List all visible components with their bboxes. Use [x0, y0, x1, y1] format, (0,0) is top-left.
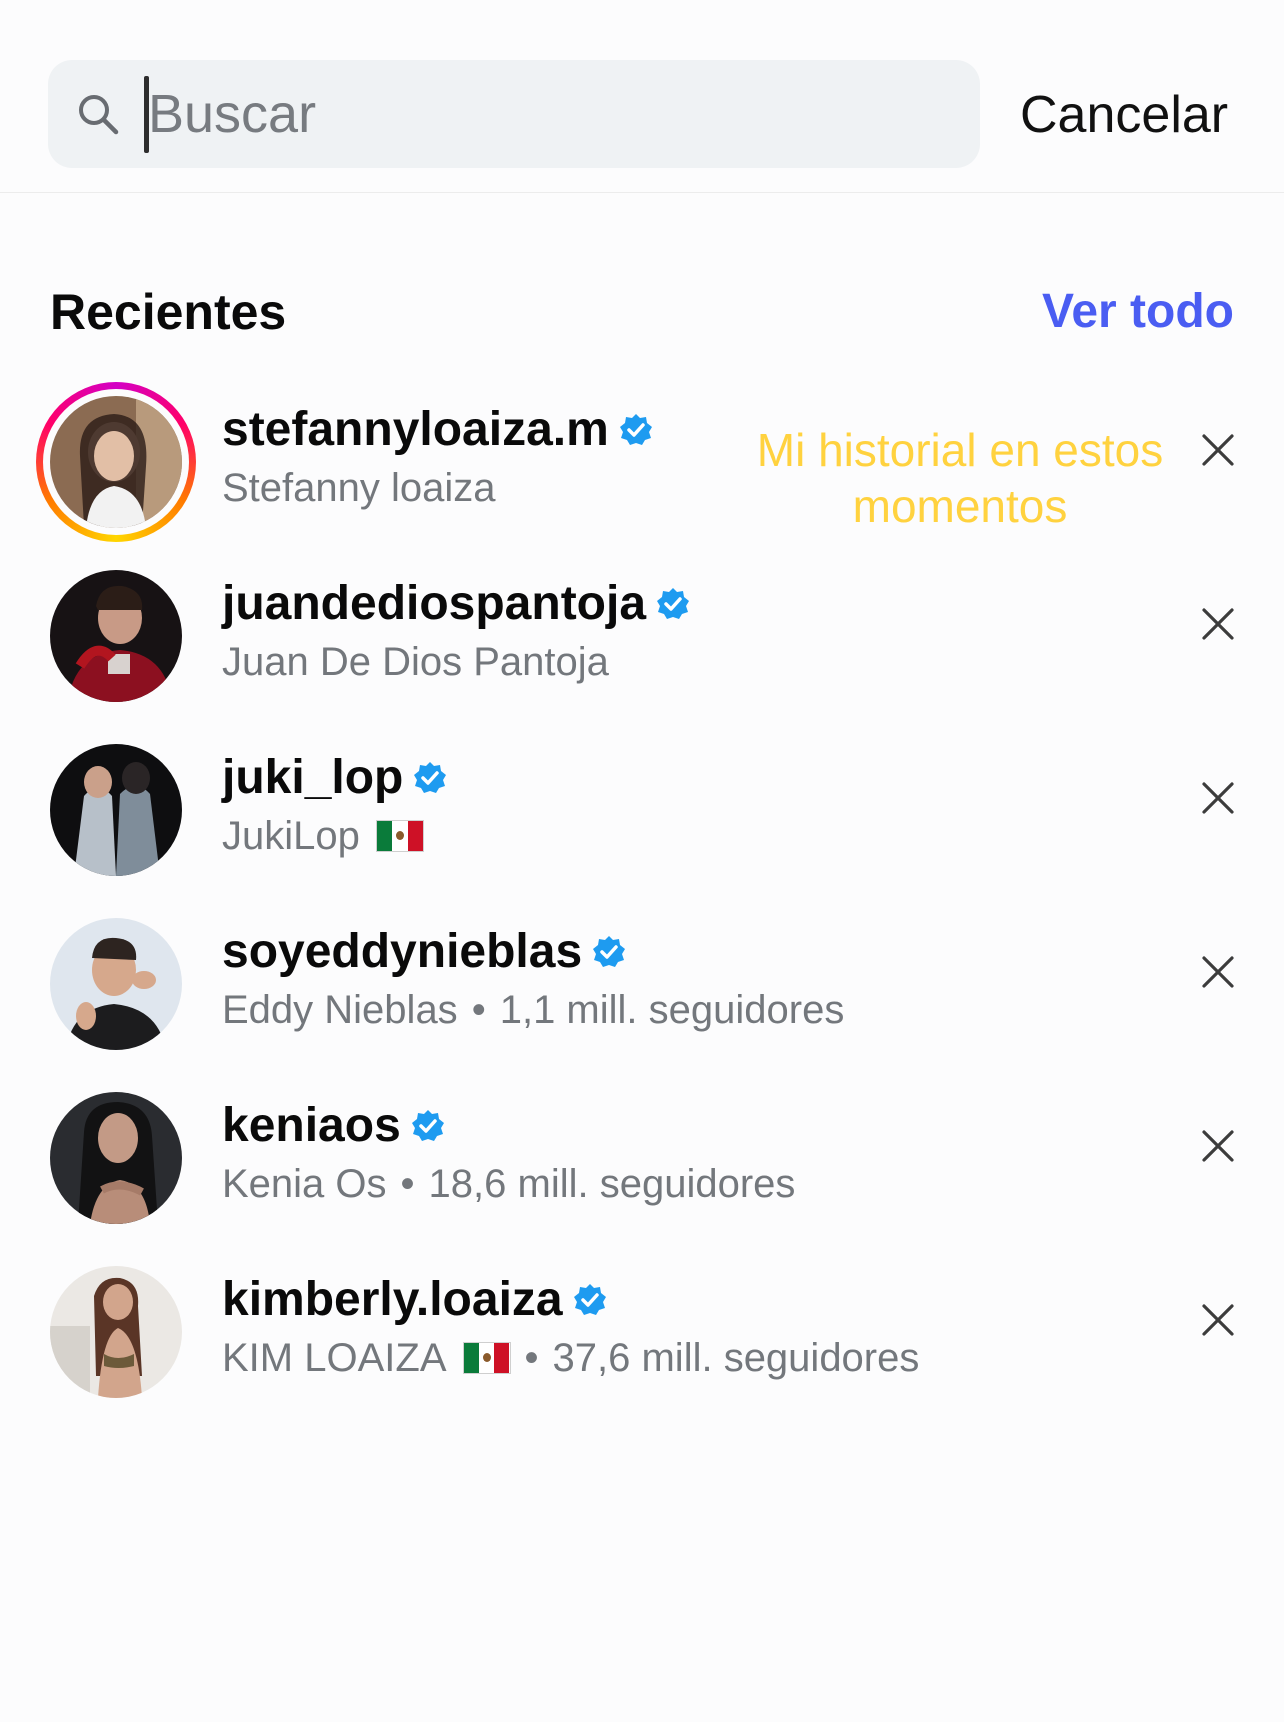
follower-count: 18,6 mill. seguidores — [428, 1162, 796, 1206]
verified-badge-icon — [619, 414, 652, 445]
see-all-link[interactable]: Ver todo — [1042, 282, 1234, 342]
close-icon[interactable] — [1198, 952, 1238, 992]
recent-item-keniaos[interactable]: keniaos Kenia Os • 18,6 mill. seguidores — [0, 1084, 1284, 1234]
section-title: Recientes — [50, 284, 287, 340]
recents-header: Recientes Ver todo — [0, 270, 1284, 350]
close-icon[interactable] — [1198, 1300, 1238, 1340]
avatar — [50, 396, 182, 528]
display-name: Eddy Nieblas — [222, 988, 458, 1032]
username: stefannyloaiza.m — [222, 403, 609, 456]
verified-badge-icon — [657, 588, 690, 619]
follower-count: 37,6 mill. seguidores — [552, 1336, 920, 1380]
username-line: juki_lop — [222, 746, 447, 810]
search-input[interactable] — [148, 60, 948, 168]
username-line: kimberly.loaiza — [222, 1268, 607, 1332]
search-icon — [79, 95, 119, 135]
close-icon[interactable] — [1198, 1126, 1238, 1166]
recent-item-kimberlyloaiza[interactable]: kimberly.loaiza KIM LOAIZA • 37,6 mill. … — [0, 1258, 1284, 1408]
avatar-wrap[interactable] — [50, 1266, 182, 1398]
avatar — [50, 1266, 182, 1398]
verified-badge-icon — [414, 762, 447, 793]
username-line: juandediospantoja — [222, 572, 690, 636]
subtitle-line: KIM LOAIZA • 37,6 mill. seguidores — [222, 1328, 919, 1388]
avatar-with-story-ring[interactable] — [36, 382, 196, 542]
separator-dot: • — [524, 1336, 539, 1380]
recent-item-stefannyloaiza[interactable]: stefannyloaiza.m Stefanny loaiza Mi hist… — [0, 382, 1284, 542]
avatar — [50, 1092, 182, 1224]
username: juandediospantoja — [222, 577, 647, 630]
search-bar-row: Cancelar — [0, 0, 1284, 193]
mexico-flag-icon — [375, 820, 424, 852]
subtitle-line: Eddy Nieblas • 1,1 mill. seguidores — [222, 980, 844, 1040]
username: keniaos — [222, 1099, 401, 1152]
display-name: Kenia Os — [222, 1162, 387, 1206]
display-name: JukiLop — [222, 814, 360, 858]
mexico-flag-icon — [462, 1342, 511, 1374]
avatar-wrap[interactable] — [50, 918, 182, 1050]
close-icon[interactable] — [1198, 604, 1238, 644]
display-name: KIM LOAIZA — [222, 1336, 447, 1380]
username-line: keniaos — [222, 1094, 445, 1158]
avatar-wrap[interactable] — [50, 744, 182, 876]
username: soyeddynieblas — [222, 925, 583, 978]
username-line: stefannyloaiza.m — [222, 398, 653, 462]
cancel-button[interactable]: Cancelar — [1020, 80, 1228, 150]
recent-item-juandediospantoja[interactable]: juandediospantoja Juan De Dios Pantoja — [0, 562, 1284, 712]
subtitle-line: Kenia Os • 18,6 mill. seguidores — [222, 1154, 795, 1214]
verified-badge-icon — [593, 936, 626, 967]
verified-badge-icon — [411, 1110, 444, 1141]
avatar — [50, 570, 182, 702]
username-line: soyeddynieblas — [222, 920, 626, 984]
subtitle-line: JukiLop — [222, 806, 424, 866]
subtitle-line: Juan De Dios Pantoja — [222, 632, 609, 692]
close-icon[interactable] — [1198, 778, 1238, 818]
recent-item-juki-lop[interactable]: juki_lop JukiLop — [0, 736, 1284, 886]
username: kimberly.loaiza — [222, 1273, 563, 1326]
display-name: Stefanny loaiza — [222, 466, 496, 510]
username: juki_lop — [222, 751, 404, 804]
avatar — [50, 744, 182, 876]
display-name: Juan De Dios Pantoja — [222, 640, 609, 684]
separator-dot: • — [400, 1162, 415, 1206]
separator-dot: • — [471, 988, 486, 1032]
avatar-wrap[interactable] — [50, 570, 182, 702]
recent-item-soyeddynieblas[interactable]: soyeddynieblas Eddy Nieblas • 1,1 mill. … — [0, 910, 1284, 1060]
follower-count: 1,1 mill. seguidores — [499, 988, 845, 1032]
annotation-text: Mi historial en estos momentos — [756, 424, 1164, 532]
search-box[interactable] — [48, 60, 980, 168]
avatar — [50, 918, 182, 1050]
close-icon[interactable] — [1198, 430, 1238, 470]
verified-badge-icon — [573, 1284, 606, 1315]
avatar-wrap[interactable] — [50, 1092, 182, 1224]
subtitle-line: Stefanny loaiza — [222, 458, 496, 518]
